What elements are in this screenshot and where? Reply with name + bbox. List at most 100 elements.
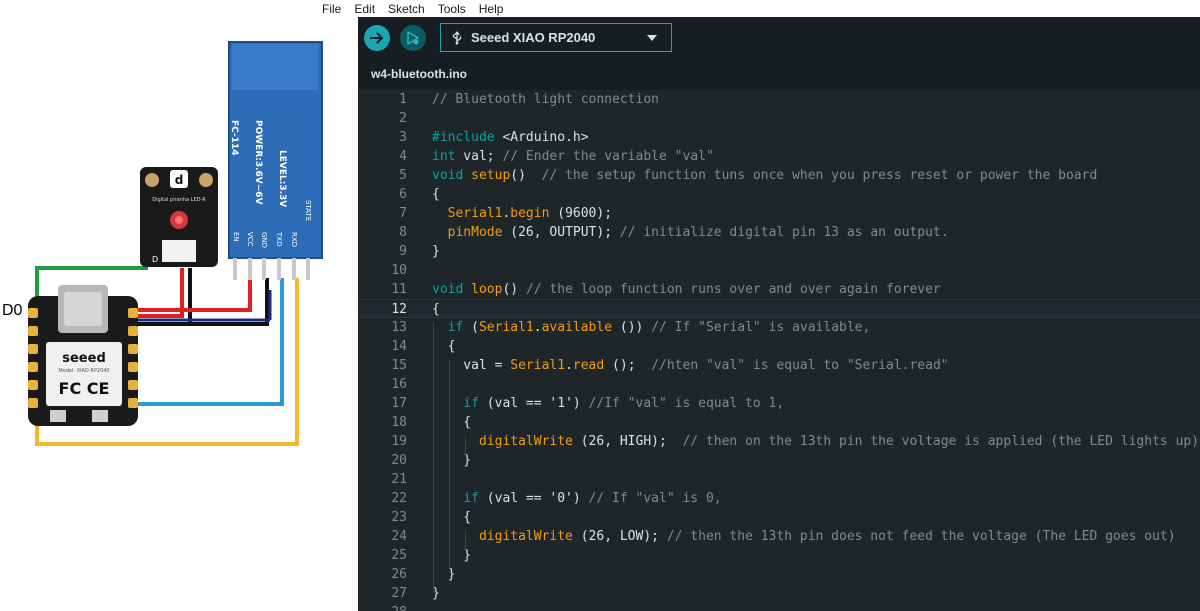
line-number: 20 [391,453,407,468]
code-text: pinMode (26, OUTPUT); // initialize digi… [432,223,949,242]
code-text: void loop() // the loop function runs ov… [432,280,941,299]
code-token: //If "val" is equal to 1, [588,396,785,411]
line-number: 17 [391,396,407,411]
code-text: } [432,242,440,261]
code-line: 18 { [358,413,1200,432]
code-token: ()) [612,320,652,335]
line-number: 11 [391,282,407,297]
board-selector[interactable]: Seeed XIAO RP2040 [440,23,672,52]
code-line: 24 digitalWrite (26, LOW); // then the 1… [358,527,1200,546]
line-number: 18 [391,415,407,430]
line-number: 19 [391,434,407,449]
line-number: 2 [399,111,407,126]
code-token: (26, HIGH); [572,434,683,449]
code-token: { [432,302,440,317]
code-token: read [572,358,605,373]
toolbar: Seeed XIAO RP2040 [358,17,1200,60]
indent-guide [465,436,466,455]
menu-file[interactable]: File [322,2,341,16]
debug-icon [407,31,419,45]
code-token: if [447,320,464,335]
verify-button[interactable] [364,25,390,51]
code-token: (26, LOW); [572,529,667,544]
code-token: () [502,282,526,297]
menu-help[interactable]: Help [479,2,504,16]
code-token: (); [604,358,652,373]
menu-tools[interactable]: Tools [438,2,466,16]
line-number: 16 [391,377,407,392]
code-line: 6{ [358,185,1200,204]
code-line: 21 [358,470,1200,489]
code-line: 28 [358,603,1200,611]
code-token: // If "Serial" is available, [651,320,871,335]
menu-edit[interactable]: Edit [354,2,375,16]
mcu-model: Model: XIAO RP2040 [58,368,109,374]
code-token: if [463,491,479,506]
code-line: 16 [358,375,1200,394]
code-text: // Bluetooth light connection [432,90,659,109]
line-number: 8 [399,225,407,240]
code-token: { [432,415,472,430]
code-token: // initialize digital pin 13 as an outpu… [619,225,949,240]
code-text: { [432,413,471,432]
bt-label-level: LEVEL:3.3V [277,150,287,207]
svg-text:D: D [152,255,158,264]
bt-pin-rxd: RXD [290,232,298,247]
code-line: 14 { [358,337,1200,356]
code-text: { [432,185,440,204]
code-token: //hten "val" is equal to "Serial.read" [651,358,949,373]
code-token: int [432,149,456,164]
code-token: (val == '1') [478,396,589,411]
bt-pin-state: STATE [304,200,312,221]
code-token: available [541,320,613,335]
code-text: int val; // Ender the variable "val" [432,147,714,166]
code-token: begin [510,206,550,221]
code-token: void [432,168,464,183]
line-number: 28 [358,603,407,611]
code-token: } [432,244,440,259]
caret-down-icon [647,35,657,41]
code-token: pinMode [447,225,503,240]
code-editor[interactable]: 1// Bluetooth light connection 2 3 #include… [358,90,1200,611]
code-token: Serial1 [510,358,566,373]
code-token: // the loop function runs over and over … [525,282,941,297]
code-line: 4 int val; // Ender the variable "val" [358,147,1200,166]
code-line: 17 if (val == '1') //If "val" is equal t… [358,394,1200,413]
bt-pin-en: EN [232,232,240,242]
line-number: 1 [399,92,407,107]
line-number: 21 [391,472,407,487]
line-number: 10 [391,263,407,278]
code-line: 26 } [358,565,1200,584]
code-token: { [432,187,440,202]
code-token: () [510,168,542,183]
bt-pin-txd: TXD [275,231,283,246]
wiring-diagram: FC-114 POWER:3.6V~6V LEVEL:3.3V EN VCC G… [0,0,358,611]
line-number: 26 [391,567,407,582]
code-line: 7 Serial1.begin (9600); [358,204,1200,223]
line-number: 15 [391,358,407,373]
line-number: 12 [391,302,407,317]
code-text: { [432,300,440,319]
code-text: val = Serial1.read (); //hten "val" is e… [432,356,949,375]
line-number: 25 [391,548,407,563]
code-text: { [432,337,456,356]
menu-sketch[interactable]: Sketch [388,2,425,16]
code-token: Serial1 [478,320,534,335]
wiring-diagram-svg: FC-114 POWER:3.6V~6V LEVEL:3.3V EN VCC G… [28,41,323,446]
bt-pin-vcc: VCC [246,232,254,247]
code-text: { [432,508,471,527]
debug-button[interactable] [400,25,426,51]
code-line: 1 // Bluetooth light connection [358,90,1200,109]
line-number: 4 [399,149,407,164]
code-line: 23 { [358,508,1200,527]
code-text: digitalWrite (26, HIGH); // then on the … [432,432,1199,451]
code-line: 11 void loop() // the loop function runs … [358,280,1200,299]
line-number: 5 [399,168,407,183]
tab-sketch-file[interactable]: w4-bluetooth.ino [358,60,480,90]
line-number: 7 [399,206,407,221]
tab-bar: w4-bluetooth.ino [358,60,1200,90]
